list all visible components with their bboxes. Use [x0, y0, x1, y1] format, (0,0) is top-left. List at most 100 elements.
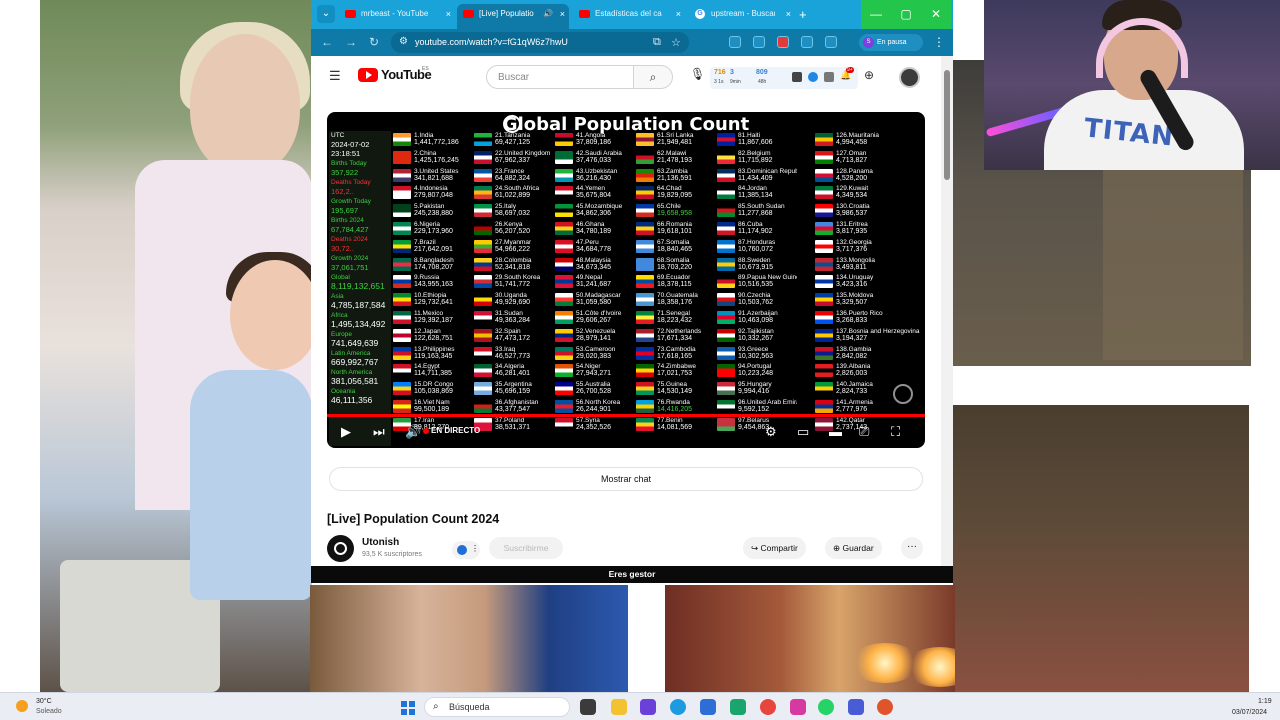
volume-icon[interactable]: 🔊	[405, 424, 421, 440]
country-population: 10,516,535	[738, 281, 774, 289]
page-scrollbar[interactable]	[941, 56, 953, 566]
country-name: 7.Brazil	[414, 238, 436, 246]
install-app-icon[interactable]: ⧉	[653, 36, 661, 49]
country-name: 64.Chad	[657, 185, 682, 193]
country-row: 139.Albania 2,826,003	[815, 362, 923, 380]
whatsapp-icon[interactable]	[818, 699, 834, 715]
country-flag-icon	[393, 257, 411, 271]
app-icon[interactable]	[700, 699, 716, 715]
reload-icon[interactable]: ↻	[369, 35, 379, 49]
app-icon[interactable]	[877, 699, 893, 715]
tab-upstream[interactable]: G upstream - Buscar ×	[689, 4, 795, 29]
channel-watermark-icon[interactable]	[893, 384, 913, 404]
stat-value: 37,061,751	[331, 263, 369, 272]
studio-button[interactable]: ⋮	[452, 541, 480, 559]
site-info-icon[interactable]: ⚙	[399, 36, 408, 47]
search-button[interactable]: ⌕	[633, 65, 673, 89]
close-tab-icon[interactable]: ×	[786, 4, 791, 24]
next-icon[interactable]: ⏭	[373, 424, 385, 440]
profile-button[interactable]: S En pausa	[859, 34, 923, 51]
stat-block: North America 381,056,581	[329, 368, 391, 386]
country-flag-icon	[555, 346, 573, 360]
country-row: 85.South Sudan 11,277,868	[717, 202, 797, 220]
close-tab-icon[interactable]: ×	[560, 4, 565, 24]
close-tab-icon[interactable]: ×	[676, 4, 681, 24]
player-controls: ▶ ⏭ 🔊 EN DIRECTO ⚙ ▭ ▬ ⎚ ⛶	[327, 417, 925, 448]
account-avatar[interactable]	[899, 67, 920, 88]
clock-time[interactable]: 1:19	[1258, 698, 1272, 705]
country-flag-icon	[393, 364, 411, 378]
video-player[interactable]: Global Population Count UTC 2024-07-02 23:…	[327, 112, 925, 448]
clock-date[interactable]: 03/07/2024	[1232, 709, 1267, 716]
app-icon[interactable]	[730, 699, 746, 715]
extension-icon[interactable]	[824, 72, 834, 82]
play-icon[interactable]: ▶	[341, 424, 351, 440]
chrome-icon[interactable]	[760, 699, 776, 715]
subscribe-button[interactable]: Suscribirme	[489, 537, 563, 559]
extension-icon[interactable]	[808, 72, 818, 82]
settings-icon[interactable]: ⚙	[765, 424, 777, 440]
country-population: 46,281,401	[495, 370, 531, 378]
country-name: 9.Russia	[414, 274, 440, 282]
theater-mode-icon[interactable]: ▬	[829, 424, 842, 439]
extension-icon[interactable]	[801, 36, 813, 48]
scrollbar-thumb[interactable]	[944, 70, 950, 180]
task-view-icon[interactable]	[580, 699, 596, 715]
country-name: 86.Cuba	[738, 220, 763, 228]
fullscreen-icon[interactable]: ⛶	[891, 424, 900, 440]
instagram-icon[interactable]	[790, 699, 806, 715]
save-button[interactable]: ⊕ Guardar	[825, 537, 882, 559]
youtube-icon	[345, 10, 356, 18]
bookmark-star-icon[interactable]: ☆	[671, 36, 681, 49]
back-icon[interactable]: ←	[321, 35, 333, 49]
taskbar-search[interactable]: ⌕ Búsqueda	[424, 697, 570, 717]
extension-icon[interactable]	[777, 36, 789, 48]
share-button[interactable]: ↪ Compartir	[743, 537, 806, 559]
extension-icon[interactable]	[753, 36, 765, 48]
close-tab-icon[interactable]: ×	[446, 4, 451, 24]
maximize-button[interactable]: ▢	[891, 0, 921, 29]
country-population: 341,821,688	[414, 174, 453, 182]
country-flag-icon	[393, 399, 411, 413]
browser-menu-icon[interactable]: ⋮	[933, 35, 945, 49]
speaker-icon[interactable]: 🔊	[543, 4, 553, 24]
close-window-button[interactable]: ✕	[921, 0, 951, 29]
country-population: 45,696,159	[495, 388, 531, 396]
country-population: 61,022,899	[495, 192, 531, 200]
country-flag-icon	[474, 328, 492, 342]
edge-icon[interactable]	[670, 699, 686, 715]
sidebar-icon[interactable]	[825, 36, 837, 48]
create-video-icon[interactable]: ⊕	[864, 68, 874, 82]
weather-temperature[interactable]: 30°C	[36, 698, 52, 705]
windows-start-icon[interactable]	[401, 701, 415, 715]
miniplayer-icon[interactable]: ▭	[797, 424, 809, 440]
extension-icon[interactable]	[729, 36, 741, 48]
app-icon[interactable]	[848, 699, 864, 715]
extension-icon[interactable]	[792, 72, 802, 82]
tab-live-population[interactable]: [Live] Populatio 🔊 ×	[457, 4, 569, 29]
country-name: 32.Spain	[495, 327, 521, 335]
sun-icon[interactable]	[16, 700, 28, 712]
search-input[interactable]: Buscar	[486, 65, 634, 89]
forward-icon[interactable]: →	[345, 35, 357, 49]
live-badge[interactable]: EN DIRECTO	[431, 426, 480, 435]
tab-search-button[interactable]: ⌄	[317, 5, 335, 23]
new-tab-button[interactable]: +	[799, 7, 807, 22]
menu-icon[interactable]: ☰	[329, 68, 341, 84]
country-row: 5.Pakistan 245,238,880	[393, 202, 473, 220]
voice-search-icon[interactable]: 🎙	[690, 67, 705, 81]
url-field[interactable]: ⚙ youtube.com/watch?v=fG1qW6z7hwU ⧉ ☆	[391, 32, 689, 53]
channel-avatar[interactable]	[327, 535, 354, 562]
channel-name[interactable]: Utonish	[362, 537, 399, 548]
tab-mrbeast[interactable]: mrbeast - YouTube ×	[339, 4, 455, 29]
more-actions-button[interactable]: ···	[901, 537, 923, 559]
tab-estadisticas[interactable]: Estadísticas del ca ×	[573, 4, 685, 29]
app-icon[interactable]	[640, 699, 656, 715]
show-chat-button[interactable]: Mostrar chat	[329, 467, 923, 491]
cast-icon[interactable]: ⎚	[859, 424, 869, 440]
youtube-logo-icon[interactable]	[358, 68, 378, 82]
country-population: 229,173,960	[414, 227, 453, 235]
file-explorer-icon[interactable]	[611, 699, 627, 715]
minimize-button[interactable]: —	[861, 0, 891, 29]
weather-description[interactable]: Soleado	[36, 708, 62, 715]
